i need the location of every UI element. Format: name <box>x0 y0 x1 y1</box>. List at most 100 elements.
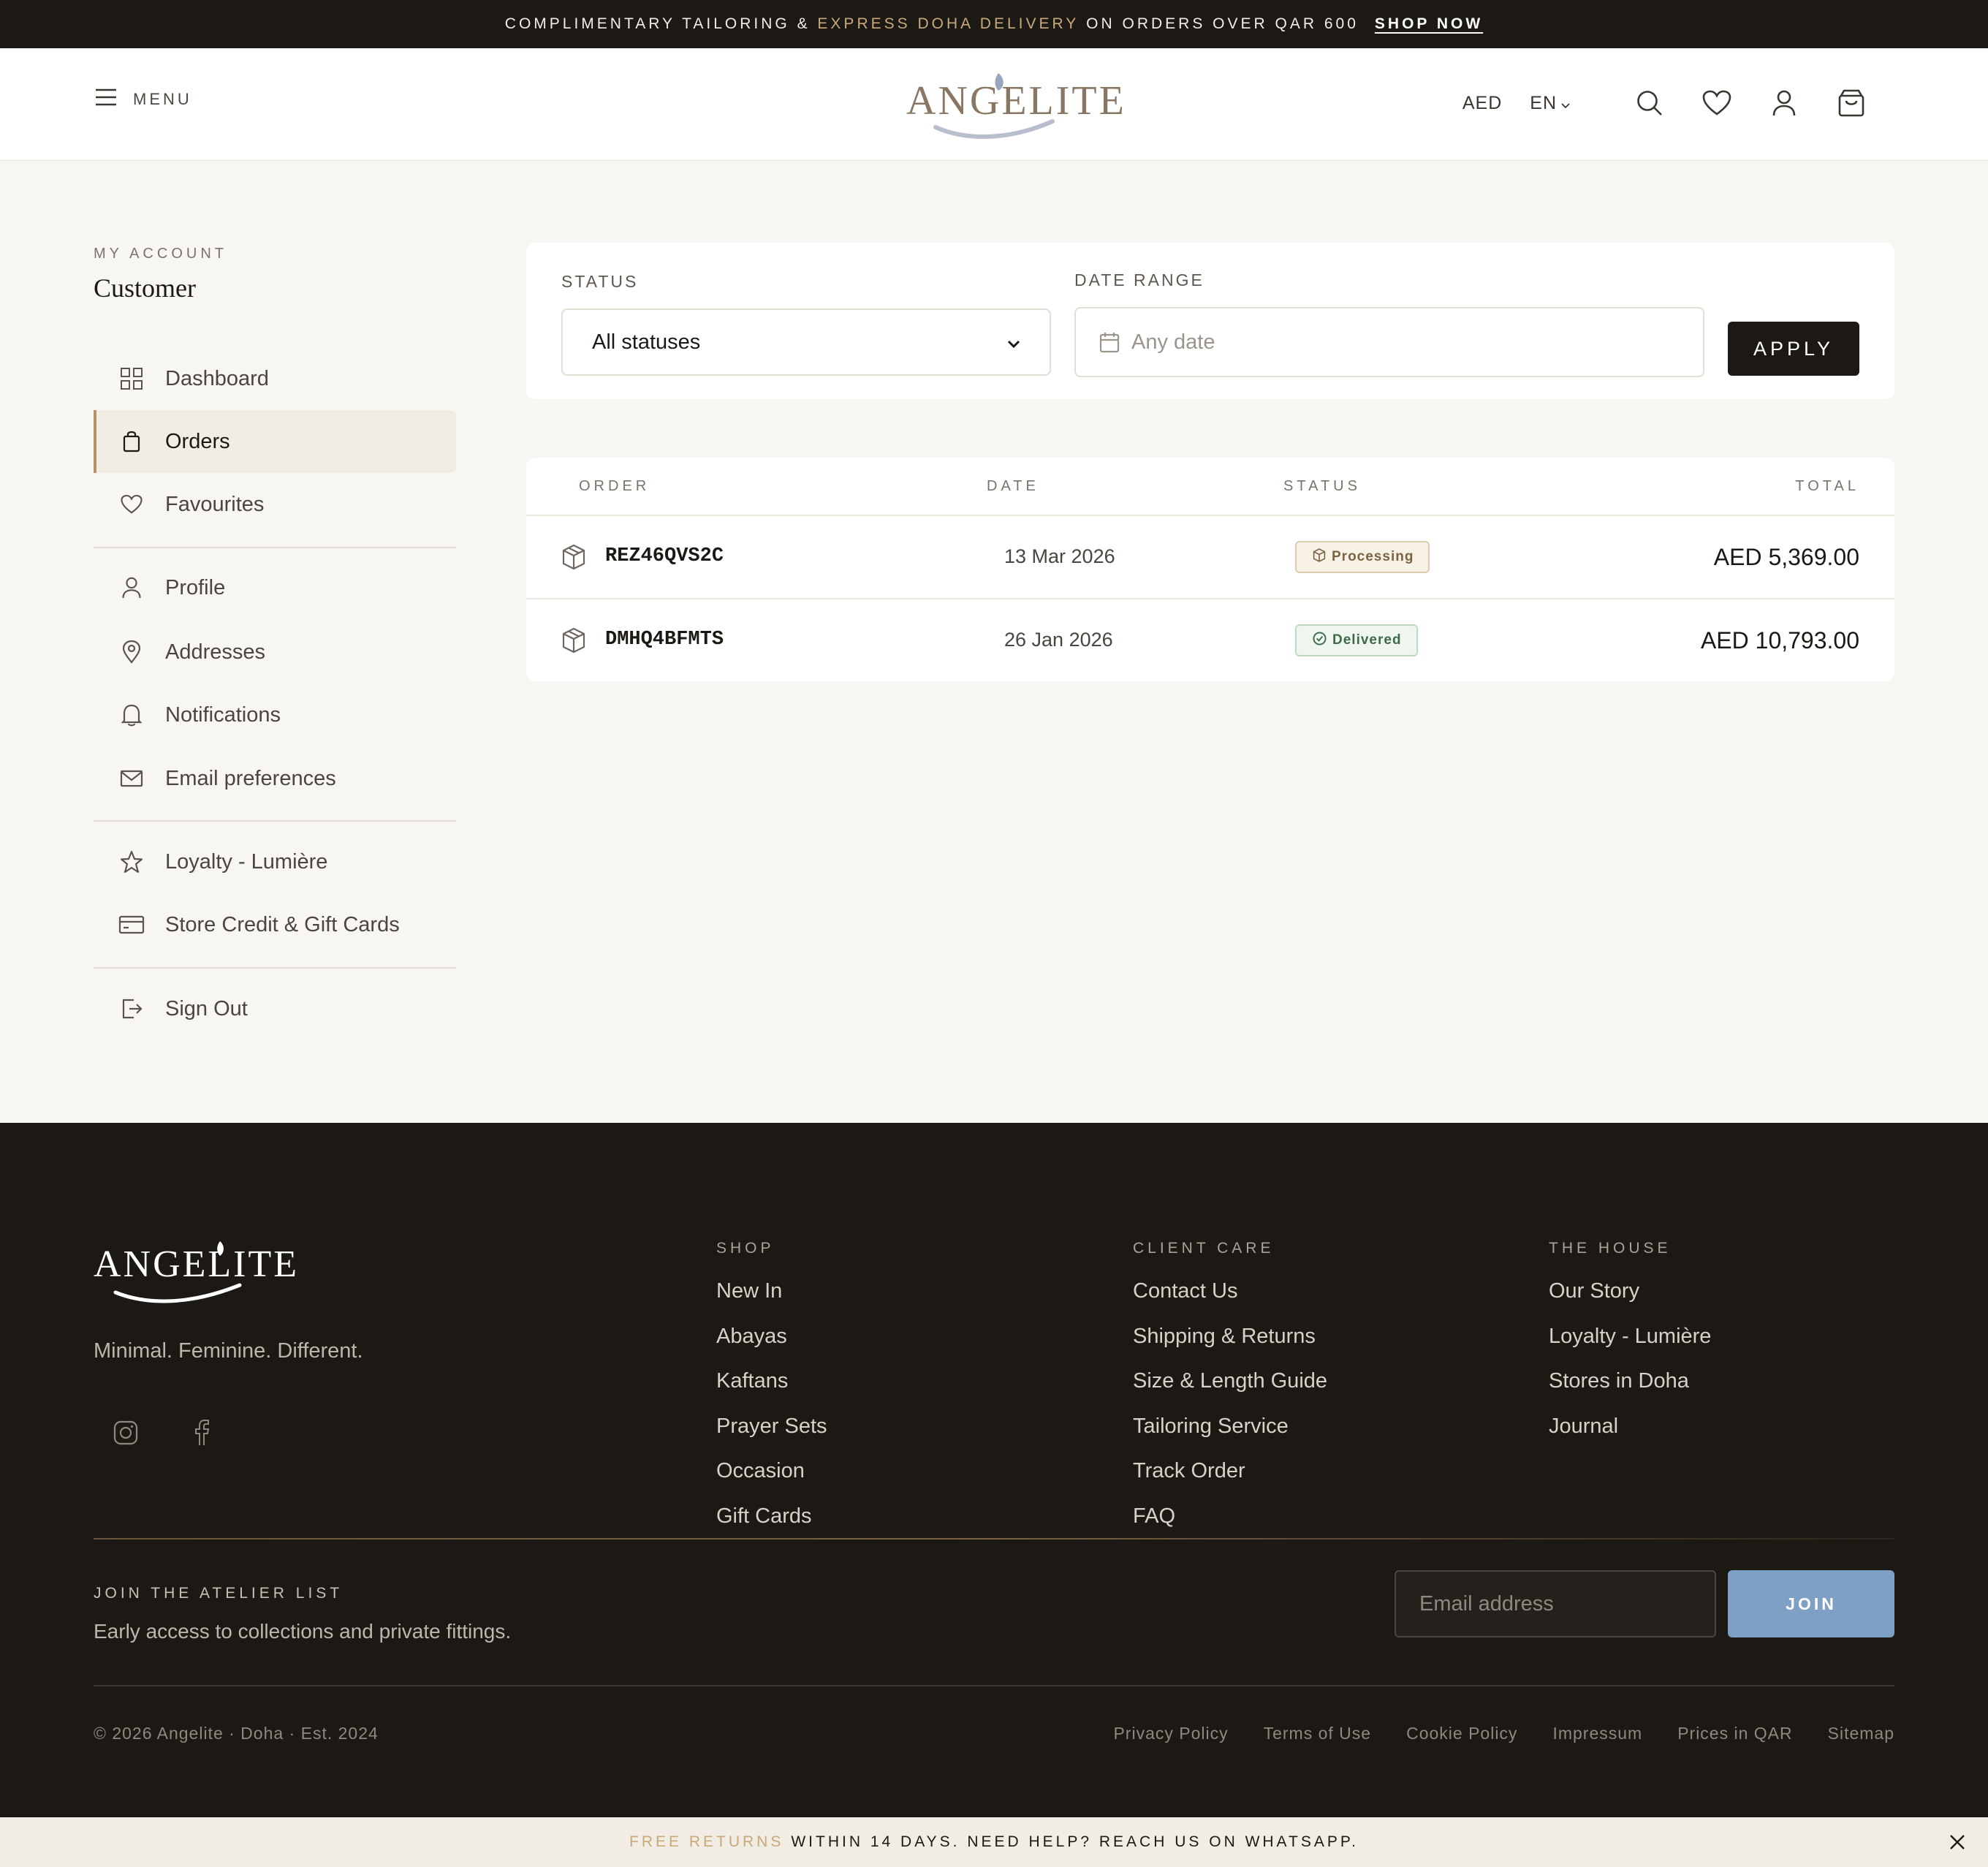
sidebar-item-dashboard[interactable]: Dashboard <box>94 347 456 410</box>
status-badge-label: Processing <box>1332 549 1414 564</box>
sidebar-divider <box>94 547 456 548</box>
language-selector[interactable]: EN <box>1530 93 1570 114</box>
table-row[interactable]: REZ46QVS2C 13 Mar 2026 Processing AED 5,… <box>526 516 1894 598</box>
grid-icon <box>118 366 145 392</box>
order-date: 26 Jan 2026 <box>1004 629 1113 651</box>
footer-link[interactable]: Occasion <box>716 1461 827 1506</box>
legal-link[interactable]: Cookie Policy <box>1406 1724 1517 1743</box>
legal-link[interactable]: Terms of Use <box>1264 1724 1371 1743</box>
status-badge: Processing <box>1295 541 1430 573</box>
sidebar-item-email-preferences[interactable]: Email preferences <box>94 747 456 810</box>
newsletter-title: JOIN THE ATELIER LIST <box>94 1585 344 1602</box>
footer-link[interactable]: Prayer Sets <box>716 1415 827 1461</box>
copyright-text: © 2026 Angelite · Doha · Est. 2024 <box>94 1724 379 1743</box>
announcement-text-before: COMPLIMENTARY TAILORING & <box>504 15 818 32</box>
legal-links: Privacy Policy Terms of Use Cookie Polic… <box>1113 1724 1894 1743</box>
footer-column-title: THE HOUSE <box>1549 1240 1672 1257</box>
apply-button[interactable]: APPLY <box>1728 322 1859 376</box>
bag-icon <box>118 428 145 455</box>
footer-link[interactable]: Size & Length Guide <box>1133 1371 1327 1416</box>
chevron-down-icon <box>1007 330 1020 355</box>
check-circle-icon <box>1313 631 1327 650</box>
account-sidebar: MY ACCOUNT Customer <box>94 246 456 303</box>
calendar-icon <box>1099 331 1120 353</box>
legal-link[interactable]: Prices in QAR <box>1677 1724 1792 1743</box>
order-id[interactable]: DMHQ4BFMTS <box>605 629 724 651</box>
status-select[interactable]: All statuses <box>561 308 1051 376</box>
facebook-icon[interactable] <box>187 1418 216 1447</box>
column-header-order: ORDER <box>579 478 650 494</box>
currency-selector[interactable]: AED <box>1462 93 1502 114</box>
sidebar-item-label: Loyalty - Lumière <box>165 849 328 874</box>
sidebar-item-favourites[interactable]: Favourites <box>94 473 456 536</box>
sidebar-divider <box>94 820 456 822</box>
footer-link[interactable]: Gift Cards <box>716 1505 827 1551</box>
footer-column-shop: SHOP New In Abayas Kaftans Prayer Sets O… <box>716 1240 827 1550</box>
footer-tagline: Minimal. Feminine. Different. <box>94 1339 363 1363</box>
brand-logo[interactable]: ANGELITE <box>906 70 1124 143</box>
user-icon[interactable] <box>1764 83 1804 123</box>
heart-icon[interactable] <box>1697 83 1737 123</box>
footer-column-title: SHOP <box>716 1240 775 1257</box>
sidebar-item-store-credit[interactable]: Store Credit & Gift Cards <box>94 893 456 956</box>
bag-icon[interactable] <box>1832 83 1871 123</box>
footer-link[interactable]: Contact Us <box>1133 1281 1327 1326</box>
star-icon <box>118 849 145 875</box>
column-header-total: TOTAL <box>1795 478 1859 494</box>
footer-link[interactable]: Our Story <box>1549 1281 1711 1326</box>
close-icon[interactable] <box>1947 1832 1968 1852</box>
join-button[interactable]: JOIN <box>1728 1570 1894 1637</box>
sidebar-item-profile[interactable]: Profile <box>94 556 456 619</box>
column-header-date: DATE <box>987 478 1039 494</box>
sidebar-item-label: Dashboard <box>165 366 269 390</box>
order-id[interactable]: REZ46QVS2C <box>605 545 724 567</box>
order-total: AED 5,369.00 <box>1713 544 1859 570</box>
footer-link[interactable]: New In <box>716 1281 827 1326</box>
sidebar-item-addresses[interactable]: Addresses <box>94 621 456 683</box>
legal-link[interactable]: Sitemap <box>1828 1724 1894 1743</box>
shop-now-link[interactable]: SHOP NOW <box>1375 15 1483 33</box>
newsletter-email-input[interactable]: Email address <box>1395 1570 1716 1637</box>
search-icon[interactable] <box>1630 83 1669 123</box>
footer-link[interactable]: FAQ <box>1133 1505 1327 1551</box>
bottom-announcement-bar: FREE RETURNS WITHIN 14 DAYS. NEED HELP? … <box>0 1817 1988 1867</box>
logo-swoosh-icon <box>113 1241 242 1303</box>
footer-link[interactable]: Track Order <box>1133 1461 1327 1506</box>
legal-link[interactable]: Privacy Policy <box>1113 1724 1228 1743</box>
footer-link[interactable]: Stores in Doha <box>1549 1371 1711 1416</box>
bell-icon <box>118 702 145 728</box>
date-range-input[interactable]: Any date <box>1074 307 1704 377</box>
footer-link[interactable]: Shipping & Returns <box>1133 1325 1327 1371</box>
footer-logo[interactable]: ANGELITE <box>94 1240 297 1306</box>
footer-link[interactable]: Kaftans <box>716 1371 827 1416</box>
sidebar-item-sign-out[interactable]: Sign Out <box>94 977 456 1040</box>
table-row[interactable]: DMHQ4BFMTS 26 Jan 2026 Delivered AED 10,… <box>526 599 1894 681</box>
announcement-text-after: ON ORDERS OVER QAR 600 <box>1079 15 1359 32</box>
email-placeholder: Email address <box>1419 1591 1554 1616</box>
sidebar-item-label: Orders <box>165 429 230 453</box>
sidebar-item-label: Notifications <box>165 703 281 727</box>
package-icon <box>561 544 586 574</box>
sidebar-item-label: Store Credit & Gift Cards <box>165 912 400 936</box>
sign-out-icon <box>118 996 145 1022</box>
instagram-icon[interactable] <box>111 1418 140 1447</box>
sidebar-item-loyalty[interactable]: Loyalty - Lumière <box>94 830 456 893</box>
menu-button[interactable]: MENU <box>95 88 192 110</box>
sidebar-item-orders[interactable]: Orders <box>94 410 456 473</box>
footer-link[interactable]: Tailoring Service <box>1133 1415 1327 1461</box>
date-range-placeholder: Any date <box>1131 330 1215 354</box>
sidebar-item-label: Email preferences <box>165 766 336 790</box>
site-header: MENU ANGELITE AED EN <box>0 48 1988 161</box>
heart-icon <box>118 491 145 518</box>
order-filters: STATUS All statuses DATE RANGE Any date … <box>526 243 1894 399</box>
package-icon <box>1313 548 1326 567</box>
sidebar-item-notifications[interactable]: Notifications <box>94 683 456 746</box>
footer-divider <box>94 1685 1894 1686</box>
newsletter-subtitle: Early access to collections and private … <box>94 1620 512 1643</box>
footer-link[interactable]: Loyalty - Lumière <box>1549 1325 1711 1371</box>
status-badge: Delivered <box>1295 624 1418 656</box>
legal-link[interactable]: Impressum <box>1552 1724 1642 1743</box>
footer-link[interactable]: Journal <box>1549 1415 1711 1461</box>
sidebar-item-label: Profile <box>165 575 226 599</box>
footer-link[interactable]: Abayas <box>716 1325 827 1371</box>
